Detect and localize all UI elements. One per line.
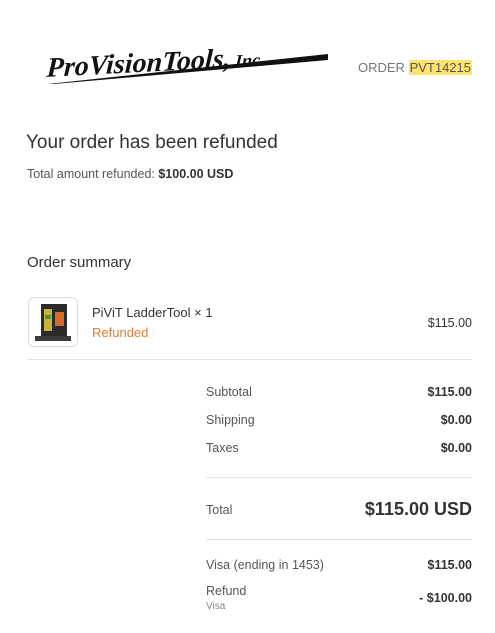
refund-total-line: Total amount refunded: $100.00 USD bbox=[27, 167, 233, 181]
company-logo: ProVisionTools, Inc. bbox=[42, 36, 334, 88]
item-name: PiViT LadderTool × 1 bbox=[92, 305, 213, 320]
total-label: Total bbox=[206, 503, 233, 517]
refund-amount: - $100.00 bbox=[419, 591, 472, 605]
item-price: $115.00 bbox=[427, 316, 472, 330]
payment-method-label: Visa (ending in 1453) bbox=[206, 558, 324, 572]
total-value: $115.00 USD bbox=[364, 499, 472, 519]
product-thumbnail bbox=[28, 297, 78, 347]
svg-text:ProVisionTools, Inc.: ProVisionTools, Inc. bbox=[45, 42, 266, 84]
payment-amount: $115.00 bbox=[427, 558, 473, 572]
taxes-value: $0.00 bbox=[440, 441, 472, 455]
refund-total-label: Total amount refunded: bbox=[27, 167, 155, 181]
order-summary-title: Order summary bbox=[27, 254, 132, 271]
divider bbox=[27, 359, 472, 360]
order-number-line: ORDER PVT14215 bbox=[358, 60, 472, 75]
refund-method: Visa bbox=[206, 601, 226, 612]
shipping-value: $0.00 bbox=[440, 413, 472, 427]
product-image bbox=[35, 304, 71, 341]
divider bbox=[206, 539, 472, 540]
shipping-label: Shipping bbox=[206, 413, 255, 427]
item-status: Refunded bbox=[92, 325, 149, 340]
logo-graphic: ProVisionTools, Inc. bbox=[45, 42, 328, 84]
taxes-label: Taxes bbox=[206, 441, 239, 455]
subtotal-label: Subtotal bbox=[206, 385, 252, 399]
order-number: PVT14215 bbox=[408, 60, 472, 75]
page-title: Your order has been refunded bbox=[26, 132, 278, 153]
refund-label: Refund bbox=[206, 584, 247, 598]
divider bbox=[206, 477, 472, 478]
subtotal-value: $115.00 bbox=[427, 385, 473, 399]
order-prefix: ORDER bbox=[357, 60, 405, 75]
refund-total-amount: $100.00 USD bbox=[158, 167, 234, 181]
